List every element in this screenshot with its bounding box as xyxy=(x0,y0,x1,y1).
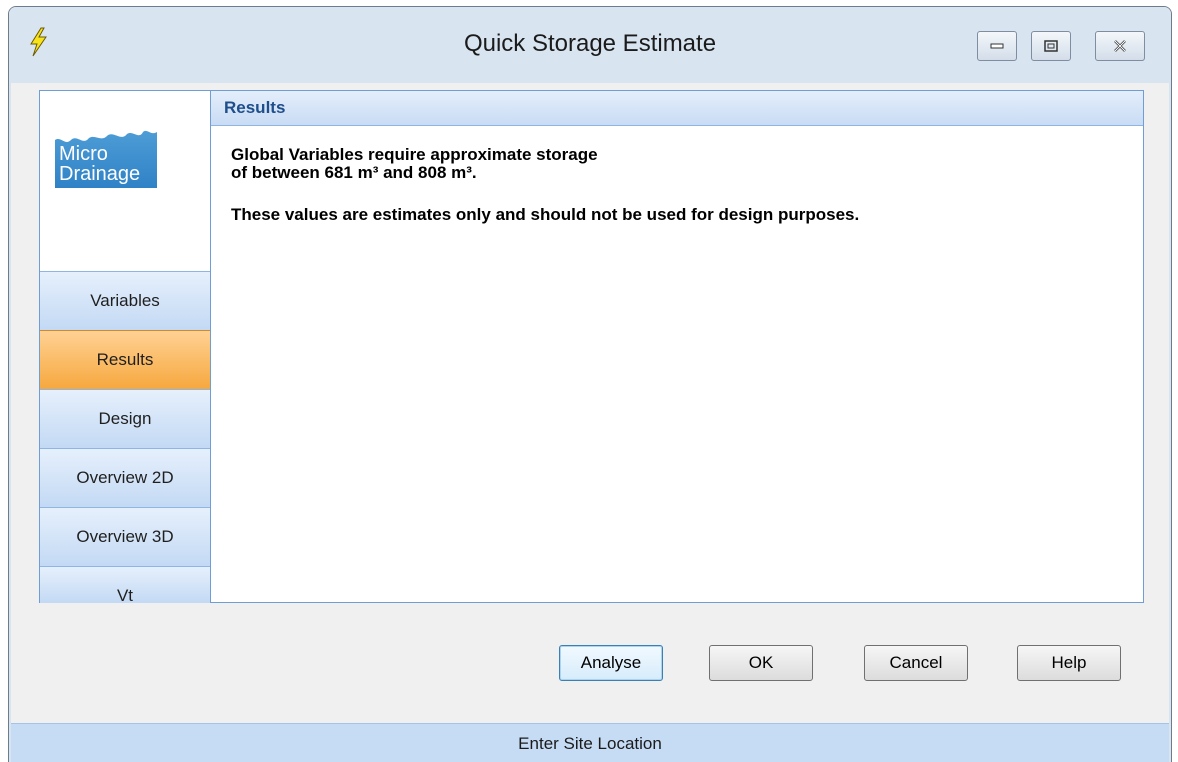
help-button[interactable]: Help xyxy=(1017,645,1121,681)
app-window: Quick Storage Estimate Micro Drainage Va… xyxy=(8,6,1172,762)
nav-tab-design[interactable]: Design xyxy=(40,389,210,448)
nav-tab-results[interactable]: Results xyxy=(40,330,210,389)
nav-tab-label: Overview 2D xyxy=(76,468,174,487)
maximize-button[interactable] xyxy=(1031,31,1071,61)
close-button[interactable] xyxy=(1095,31,1145,61)
logo-text-line1: Micro xyxy=(59,143,108,165)
status-text: Enter Site Location xyxy=(518,734,662,753)
nav-tab-label: Results xyxy=(96,350,154,369)
button-bar: Analyse OK Cancel Help xyxy=(11,603,1169,693)
panel-header: Results xyxy=(211,91,1143,126)
minimize-icon xyxy=(990,43,1004,49)
analyse-button[interactable]: Analyse xyxy=(559,645,663,681)
nav-tab-overview-3d[interactable]: Overview 3D xyxy=(40,507,210,566)
result-message-line1: Global Variables require approximate sto… xyxy=(231,145,598,164)
nav-tab-overview-2d[interactable]: Overview 2D xyxy=(40,448,210,507)
nav-tab-variables[interactable]: Variables xyxy=(40,271,210,330)
close-icon xyxy=(1114,40,1126,52)
ok-button[interactable]: OK xyxy=(709,645,813,681)
result-message-line2: of between 681 m³ and 808 m³. xyxy=(231,163,477,182)
cancel-button[interactable]: Cancel xyxy=(864,645,968,681)
panel-title: Results xyxy=(224,98,286,117)
nav-tab-label: Variables xyxy=(90,291,160,310)
client-area: Micro Drainage Variables Results Design … xyxy=(11,83,1169,762)
title-bar[interactable]: Quick Storage Estimate xyxy=(9,7,1171,83)
disclaimer-text: These values are estimates only and shou… xyxy=(231,205,860,224)
results-panel: Results Global Variables require approxi… xyxy=(210,91,1143,602)
maximize-icon xyxy=(1044,40,1058,52)
nav-tab-label: Overview 3D xyxy=(76,527,174,546)
minimize-button[interactable] xyxy=(977,31,1017,61)
logo-text-line2: Drainage xyxy=(59,163,140,185)
micro-drainage-logo: Micro Drainage xyxy=(55,106,157,188)
nav-tab-vt[interactable]: Vt xyxy=(40,566,210,605)
main-panel: Micro Drainage Variables Results Design … xyxy=(39,90,1144,605)
nav-tab-label: Design xyxy=(98,409,152,428)
logo-area: Micro Drainage xyxy=(40,91,210,271)
status-bar: Enter Site Location xyxy=(11,723,1169,762)
